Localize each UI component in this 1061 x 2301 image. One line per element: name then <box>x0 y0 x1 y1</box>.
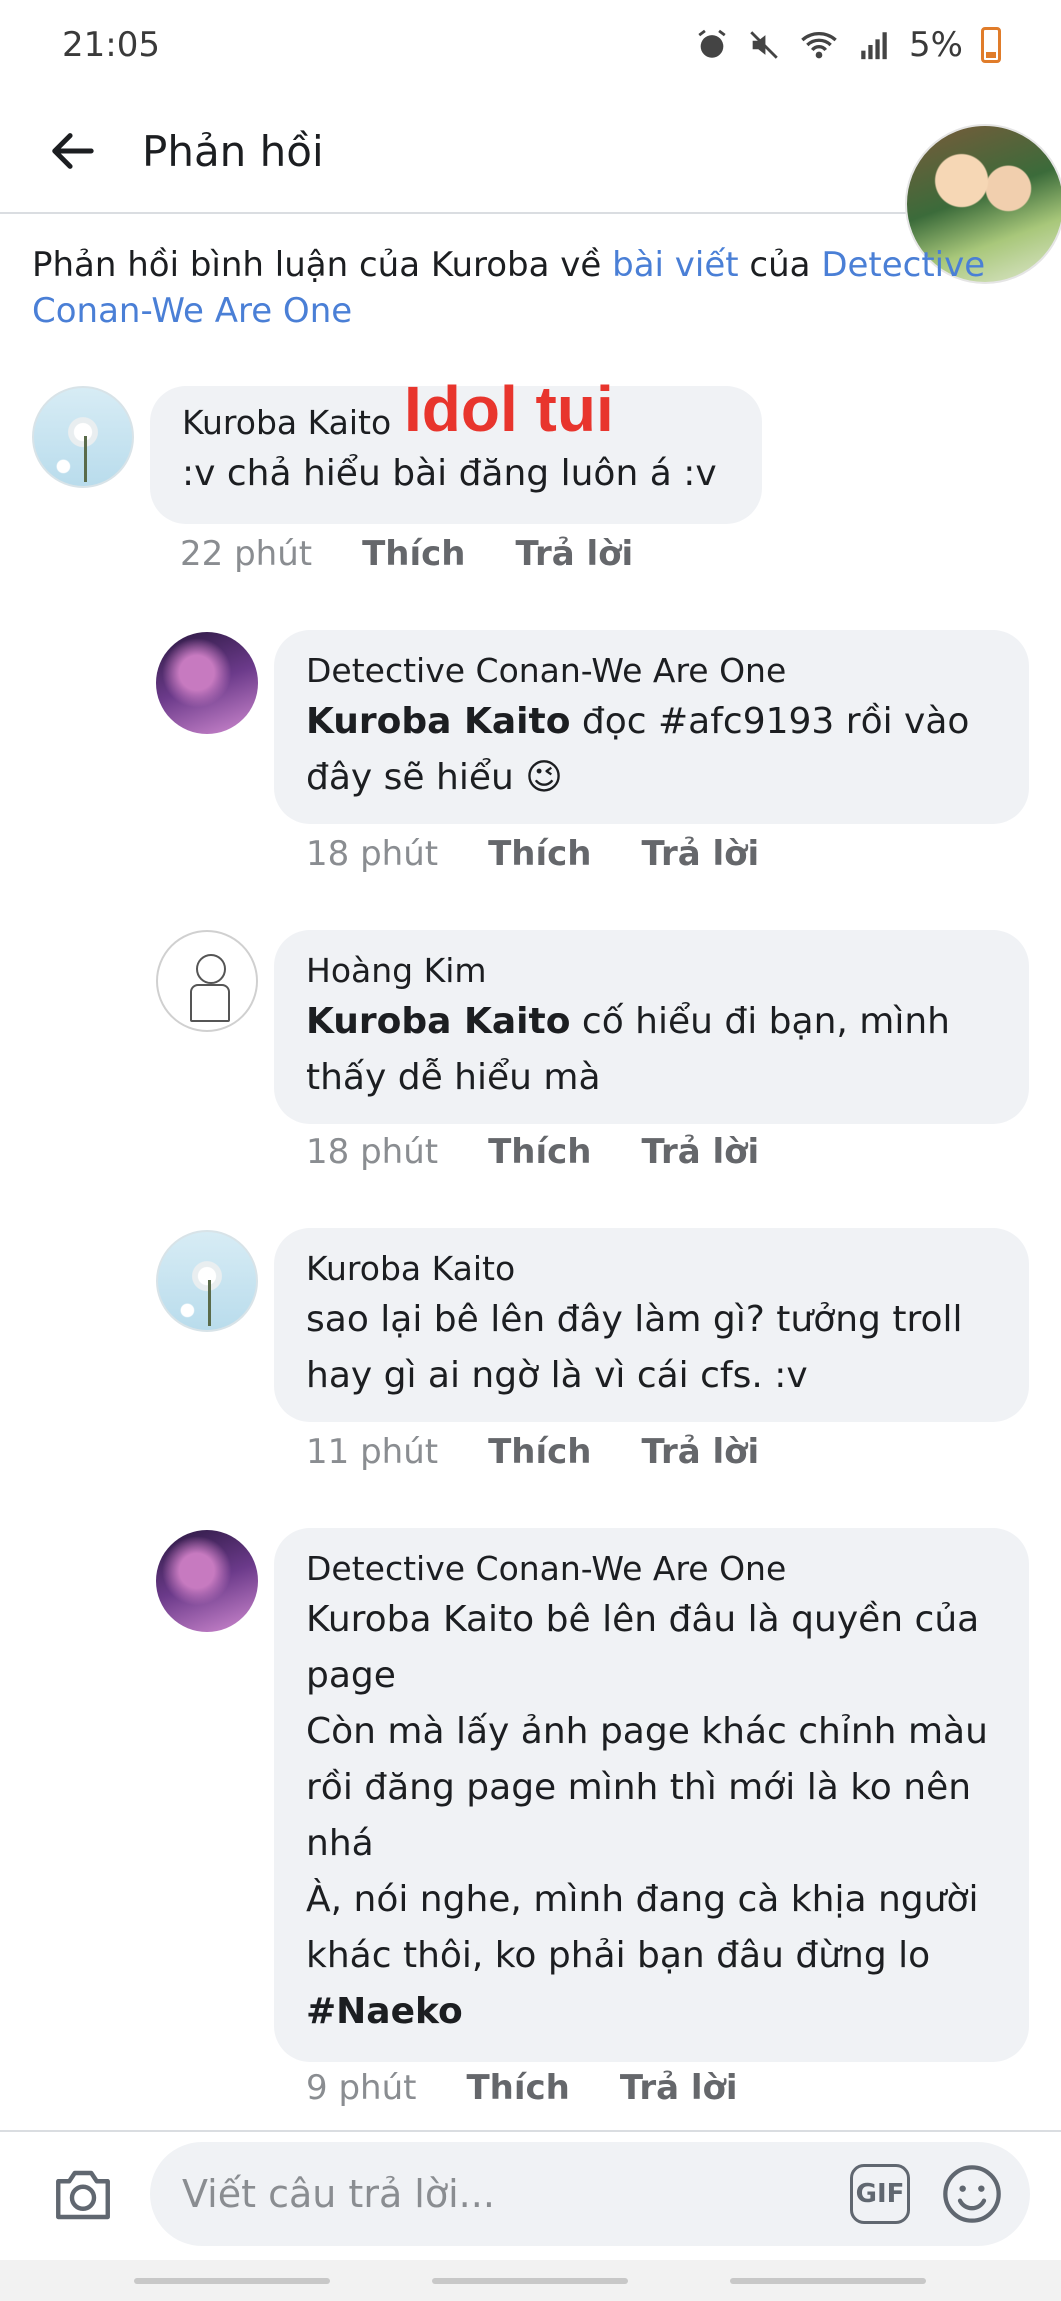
reply-context: Phản hồi bình luận của Kuroba về bài viế… <box>32 242 992 334</box>
comment-text: Kuroba Kaito đọc #afc9193 rồi vào đây sẽ… <box>306 694 997 806</box>
hashtag-link[interactable]: #Naeko <box>306 1984 997 2040</box>
comment-bubble: Hoàng Kim Kuroba Kaito cố hiểu đi bạn, m… <box>274 930 1029 1124</box>
comment-time: 11 phút <box>306 1432 439 1472</box>
back-arrow-icon <box>52 133 94 169</box>
comment-bubble: Detective Conan-We Are One Kuroba Kaito … <box>274 1528 1029 2062</box>
comment-actions: 18 phút Thích Trả lời <box>306 832 759 876</box>
avatar[interactable] <box>156 930 258 1032</box>
alarm-icon <box>698 29 726 58</box>
reply-composer: GIF <box>0 2130 1061 2260</box>
battery-icon <box>981 27 1001 63</box>
comment-text: Kuroba Kaito cố hiểu đi bạn, mình thấy d… <box>306 994 997 1106</box>
nav-back-button[interactable] <box>730 2278 926 2284</box>
context-prefix: Phản hồi bình luận của Kuroba về <box>32 245 613 285</box>
mention-link[interactable]: Kuroba Kaito <box>306 1001 570 1042</box>
signal-icon <box>861 32 887 60</box>
context-middle: của <box>738 245 822 285</box>
comment-bubble: Kuroba Kaito sao lại bê lên đây làm gì? … <box>274 1228 1029 1422</box>
comment-time: 9 phút <box>306 2068 417 2108</box>
comment-time: 22 phút <box>180 534 313 574</box>
like-button[interactable]: Thích <box>488 1132 591 1172</box>
comment-author[interactable]: Detective Conan-We Are One <box>306 648 997 694</box>
post-link[interactable]: bài viết <box>612 245 739 285</box>
reply-button[interactable]: Trả lời <box>642 1432 760 1472</box>
comment-author[interactable]: Kuroba Kaito <box>306 1246 997 1292</box>
comment-actions: 9 phút Thích Trả lời <box>306 2066 738 2110</box>
comment-actions: 22 phút Thích Trả lời <box>180 532 633 576</box>
avatar[interactable] <box>156 1230 258 1332</box>
status-time: 21:05 <box>62 25 160 65</box>
gif-button[interactable]: GIF <box>850 2164 910 2224</box>
avatar[interactable] <box>156 1530 258 1632</box>
comment-text: :v chả hiểu bài đăng luôn á :v <box>182 453 717 494</box>
overlay-caption: Idol tui <box>404 373 614 445</box>
comment-line: Kuroba Kaito bê lên đâu là quyền của pag… <box>306 1599 980 1696</box>
comment-time: 18 phút <box>306 1132 439 1172</box>
like-button[interactable]: Thích <box>488 1432 591 1472</box>
battery-percent: 5% <box>909 25 963 65</box>
camera-icon[interactable] <box>50 2162 116 2228</box>
like-button[interactable]: Thích <box>466 2068 569 2108</box>
reply-button[interactable]: Trả lời <box>620 2068 738 2108</box>
reply-button[interactable]: Trả lời <box>642 1132 760 1172</box>
comment-author[interactable]: Hoàng Kim <box>306 948 997 994</box>
comment-time: 18 phút <box>306 834 439 874</box>
status-icons: 5% <box>695 25 1001 65</box>
back-button[interactable] <box>32 111 112 191</box>
avatar[interactable] <box>32 386 134 488</box>
comment-bubble: Detective Conan-We Are One Kuroba Kaito … <box>274 630 1029 824</box>
emoji-icon[interactable] <box>940 2162 1004 2226</box>
mute-icon <box>750 31 778 59</box>
reply-button[interactable]: Trả lời <box>642 834 760 874</box>
comment-actions: 18 phút Thích Trả lời <box>306 1130 759 1174</box>
like-button[interactable]: Thích <box>362 534 465 574</box>
comment-author[interactable]: Detective Conan-We Are One <box>306 1546 997 1592</box>
wifi-icon <box>801 32 837 59</box>
app-header: Phản hồi <box>0 90 1061 284</box>
nav-home-button[interactable] <box>432 2278 628 2284</box>
comment-text: sao lại bê lên đây làm gì? tưởng troll h… <box>306 1299 963 1396</box>
comment-line: Còn mà lấy ảnh page khác chỉnh màu rồi đ… <box>306 1711 988 1864</box>
comment-actions: 11 phút Thích Trả lời <box>306 1430 759 1474</box>
comment-line: À, nói nghe, mình đang cà khịa người khá… <box>306 1879 979 1976</box>
system-nav-bar <box>0 2260 1061 2301</box>
page-title: Phản hồi <box>142 126 324 176</box>
mention-link[interactable]: Kuroba Kaito <box>306 701 570 742</box>
status-bar: 21:05 5% <box>0 0 1061 90</box>
like-button[interactable]: Thích <box>488 834 591 874</box>
avatar[interactable] <box>156 632 258 734</box>
reply-button[interactable]: Trả lời <box>516 534 634 574</box>
nav-recent-button[interactable] <box>134 2278 330 2284</box>
